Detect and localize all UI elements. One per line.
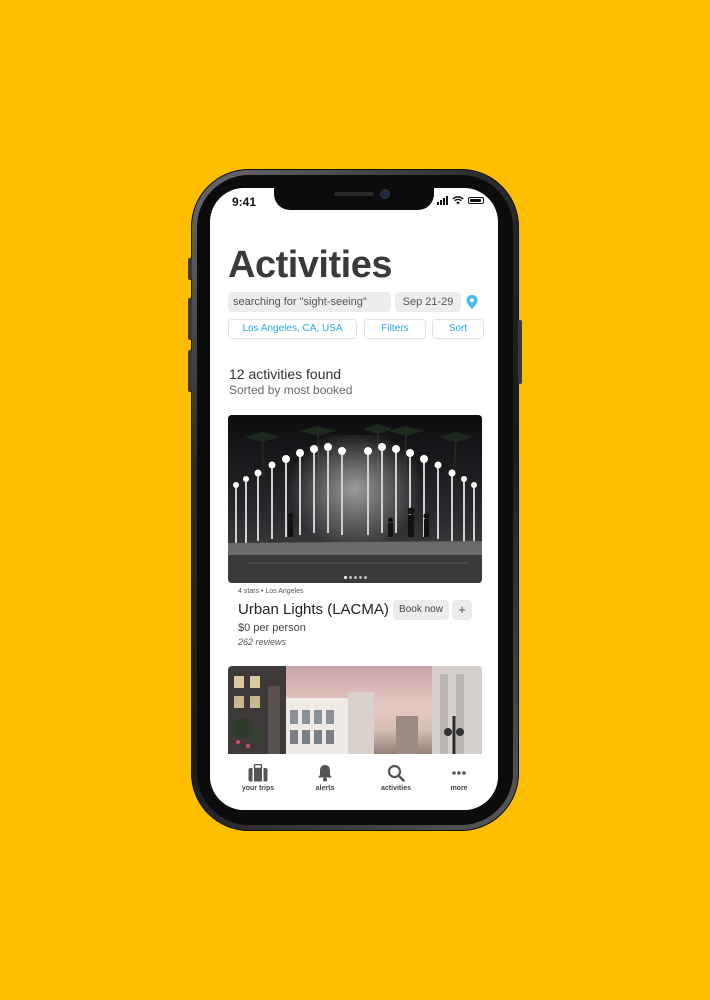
results-sort-info: Sorted by most booked <box>229 383 353 397</box>
activity-card-image[interactable] <box>228 415 482 583</box>
tab-label: your trips <box>241 785 275 792</box>
book-now-button[interactable]: Book now <box>393 600 449 620</box>
location-pin-icon[interactable] <box>466 295 478 309</box>
location-filter-button[interactable]: Los Angeles, CA, USA <box>228 319 357 339</box>
carousel-dots[interactable] <box>228 576 482 579</box>
volume-down-button <box>188 350 192 392</box>
more-dots-icon <box>452 771 466 775</box>
speaker <box>334 192 374 196</box>
activity-card-image-2[interactable] <box>228 666 482 756</box>
search-query-chip[interactable]: searching for "sight-seeing" <box>228 292 391 312</box>
activity-meta: 4 stars • Los Angeles <box>238 588 304 595</box>
activity-price: $0 per person <box>238 622 306 634</box>
tab-activities[interactable]: activities <box>366 764 426 792</box>
status-icons <box>437 196 484 205</box>
tab-label: more <box>450 785 468 792</box>
activity-reviews[interactable]: 262 reviews <box>238 637 286 647</box>
notch <box>274 188 434 210</box>
mute-switch <box>188 258 192 280</box>
tab-your-trips[interactable]: your trips <box>228 764 288 792</box>
sort-button[interactable]: Sort <box>432 319 484 339</box>
status-time: 9:41 <box>232 195 257 209</box>
urban-lights-photo <box>228 415 482 583</box>
bell-icon <box>318 765 332 782</box>
rodeo-drive-photo <box>228 666 482 756</box>
phone-screen: 9:41 Activities searching for "sight-see… <box>210 188 498 810</box>
wifi-icon <box>452 196 464 205</box>
date-range-chip[interactable]: Sep 21-29 <box>395 292 461 312</box>
battery-icon <box>468 197 484 204</box>
activity-title[interactable]: Urban Lights (LACMA) <box>238 601 389 618</box>
filters-button[interactable]: Filters <box>364 319 426 339</box>
search-icon <box>387 764 405 782</box>
volume-up-button <box>188 298 192 340</box>
front-camera <box>381 190 389 198</box>
suitcase-icon <box>248 764 268 782</box>
signal-icon <box>437 196 448 205</box>
tab-label: alerts <box>315 785 335 792</box>
tab-alerts[interactable]: alerts <box>295 764 355 792</box>
tab-label: activities <box>381 785 411 792</box>
tab-more[interactable]: more <box>429 764 489 792</box>
tab-bar: your trips alerts activities more <box>210 754 498 810</box>
results-count: 12 activities found <box>229 366 342 382</box>
page-title: Activities <box>228 244 392 286</box>
power-button <box>518 320 522 384</box>
add-button[interactable]: + <box>452 600 472 620</box>
